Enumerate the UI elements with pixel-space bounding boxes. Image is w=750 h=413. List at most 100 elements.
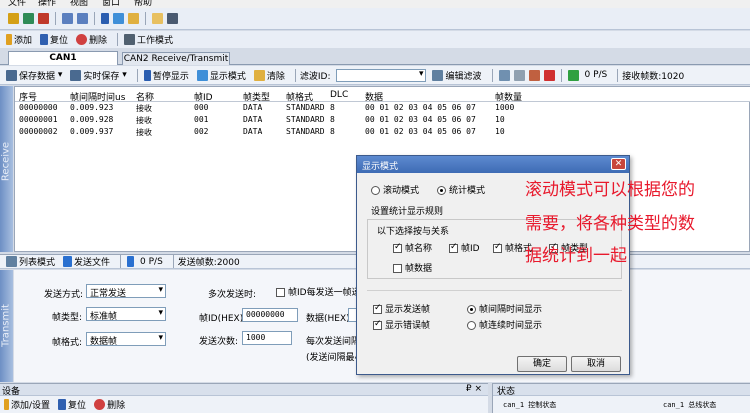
cell-frame-format: STANDARD bbox=[286, 103, 325, 112]
bottom-reset-button[interactable]: 复位 bbox=[56, 398, 86, 411]
table-row[interactable]: 00000000 0.009.923 接收 000 DATA STANDARD … bbox=[15, 103, 750, 115]
send-icon[interactable] bbox=[62, 13, 73, 24]
frame-type-select[interactable]: 标准帧 bbox=[86, 307, 166, 322]
cell-interval: 0.009.928 bbox=[70, 115, 114, 124]
list-mode-button[interactable]: 列表模式 bbox=[4, 255, 55, 268]
open-folder-icon[interactable] bbox=[152, 13, 163, 24]
frame-data-checkbox[interactable]: 帧数据 bbox=[393, 261, 432, 274]
header-seq[interactable]: 序号 bbox=[19, 90, 37, 103]
header-dlc[interactable]: DLC bbox=[330, 90, 348, 100]
save-data-button[interactable]: 保存数据 ▾ bbox=[4, 69, 62, 82]
reset-button[interactable]: 复位 bbox=[38, 33, 68, 46]
header-name[interactable]: 名称 bbox=[136, 90, 154, 103]
table-row[interactable]: 00000001 0.009.928 接收 001 DATA STANDARD … bbox=[15, 115, 750, 127]
table-header: 序号 帧间隔时间us 名称 帧ID 帧类型 帧格式 DLC 数据 帧数量 bbox=[15, 87, 750, 103]
tab-can1[interactable]: CAN1 Receive/Transmit bbox=[8, 51, 118, 76]
data-hex-label: 数据(HEX): bbox=[306, 314, 353, 324]
pin-close-icon[interactable]: ₽ × bbox=[466, 384, 482, 394]
menu-file[interactable]: 文件 bbox=[8, 0, 32, 8]
cell-dlc: 8 bbox=[330, 115, 335, 124]
delete-button[interactable]: 删除 bbox=[74, 33, 107, 46]
table-row[interactable]: 00000002 0.009.937 接收 002 DATA STANDARD … bbox=[15, 127, 750, 139]
pause-icon[interactable] bbox=[101, 13, 109, 24]
menu-operate[interactable]: 操作 bbox=[38, 0, 64, 8]
display-mode-icon bbox=[196, 69, 208, 81]
stat-mode-radio[interactable]: 统计模式 bbox=[437, 183, 485, 196]
cell-frame-format: STANDARD bbox=[286, 115, 325, 124]
send-mode-label: 发送方式: bbox=[44, 290, 84, 300]
delete-icon bbox=[76, 34, 88, 45]
add-label: 添加 bbox=[14, 36, 33, 46]
send-file-button[interactable]: 发送文件 bbox=[61, 255, 110, 268]
cancel-button[interactable]: 取消 bbox=[571, 356, 621, 372]
arrow-right-icon bbox=[63, 256, 73, 267]
header-count[interactable]: 帧数量 bbox=[495, 90, 522, 103]
frame-id-increment-label: 帧ID每发送一帧递 bbox=[288, 288, 356, 298]
delete-label: 删除 bbox=[89, 36, 108, 46]
realtime-save-button[interactable]: 实时保存 ▾ bbox=[68, 69, 127, 82]
tab-can2[interactable]: CAN2 Receive/Transmit bbox=[122, 52, 230, 65]
main-toolbar bbox=[0, 8, 750, 30]
connect-icon[interactable] bbox=[23, 13, 34, 24]
send-count: 发送帧数:2000 bbox=[177, 258, 240, 268]
filter-id-select[interactable]: ▾ bbox=[336, 68, 427, 82]
add-set-button[interactable]: 添加/设置 bbox=[2, 398, 50, 411]
cell-name: 接收 bbox=[136, 104, 152, 113]
work-mode-button[interactable]: 工作模式 bbox=[122, 33, 173, 46]
continuous-show-label: 帧连续时间显示 bbox=[479, 321, 543, 331]
receive-toolbar: 保存数据 ▾ 实时保存 ▾ 暂停显示 显示模式 清除 滤波ID: ▾ 编辑滤波 … bbox=[0, 66, 750, 85]
menu-window[interactable]: 窗口 bbox=[102, 0, 128, 8]
send-mode-select[interactable]: 正常发送 bbox=[86, 284, 166, 299]
edit-filter-button[interactable]: 编辑滤波 bbox=[430, 69, 482, 82]
annotation-line-1: 滚动模式可以根据您的 bbox=[525, 180, 695, 200]
device-panel-title: 设备 bbox=[2, 387, 21, 397]
interval-show-radio[interactable]: 帧间隔时间显示 bbox=[467, 302, 542, 315]
copy-icon[interactable] bbox=[513, 69, 525, 81]
up-arrow-icon[interactable] bbox=[567, 69, 579, 81]
close-icon[interactable]: ✕ bbox=[611, 158, 626, 170]
header-frame-format[interactable]: 帧格式 bbox=[286, 90, 313, 103]
refresh-icon[interactable] bbox=[113, 13, 124, 24]
clear-button[interactable]: 清除 bbox=[252, 69, 285, 82]
add-button[interactable]: 添加 bbox=[4, 33, 32, 46]
annotation-line-3: 据统计到一起 bbox=[525, 246, 627, 266]
show-send-checkbox[interactable]: 显示发送帧 bbox=[373, 302, 430, 315]
menu-view[interactable]: 视图 bbox=[70, 0, 96, 8]
bottom-delete-button[interactable]: 删除 bbox=[92, 398, 125, 411]
header-interval[interactable]: 帧间隔时间us bbox=[70, 90, 125, 103]
cell-name: 接收 bbox=[136, 116, 152, 125]
brush-icon[interactable] bbox=[128, 13, 139, 24]
ok-button[interactable]: 确定 bbox=[517, 356, 567, 372]
scroll-mode-radio[interactable]: 滚动模式 bbox=[371, 183, 419, 196]
delete-x-icon[interactable] bbox=[543, 69, 555, 81]
frame-name-checkbox[interactable]: 帧名称 bbox=[393, 241, 432, 254]
paste-icon[interactable] bbox=[528, 69, 540, 81]
header-data[interactable]: 数据 bbox=[365, 90, 383, 103]
arrow-down-icon[interactable] bbox=[127, 256, 135, 267]
cell-count: 10 bbox=[495, 115, 505, 124]
disconnect-icon[interactable] bbox=[38, 13, 49, 24]
edit-filter-label: 编辑滤波 bbox=[445, 71, 482, 82]
save-icon[interactable] bbox=[167, 13, 178, 24]
pause-display-button[interactable]: 暂停显示 bbox=[142, 69, 189, 82]
bottom-delete-label: 删除 bbox=[107, 401, 126, 411]
cell-frame-id: 000 bbox=[194, 103, 209, 112]
receive-icon[interactable] bbox=[77, 13, 88, 24]
add-device-icon[interactable] bbox=[8, 13, 19, 24]
menu-help[interactable]: 帮助 bbox=[134, 0, 160, 8]
show-error-checkbox[interactable]: 显示错误帧 bbox=[373, 318, 430, 331]
pause-display-label: 暂停显示 bbox=[152, 71, 189, 82]
header-frame-id[interactable]: 帧ID bbox=[194, 90, 213, 103]
frame-id-checkbox[interactable]: 帧ID bbox=[449, 241, 480, 254]
frame-id-input[interactable]: 00000000 bbox=[242, 308, 298, 322]
filter-id-label: 滤波ID: bbox=[299, 71, 331, 82]
cut-icon[interactable] bbox=[498, 69, 510, 81]
send-count-input[interactable]: 1000 bbox=[242, 331, 292, 345]
header-frame-type[interactable]: 帧类型 bbox=[243, 90, 270, 103]
continuous-show-radio[interactable]: 帧连续时间显示 bbox=[467, 318, 542, 331]
display-mode-button[interactable]: 显示模式 bbox=[195, 69, 246, 82]
frame-format-select[interactable]: 数据帧 bbox=[86, 332, 166, 347]
frame-id-increment-checkbox[interactable]: 帧ID每发送一帧递 bbox=[276, 285, 356, 298]
realtime-save-icon bbox=[70, 69, 82, 81]
save-data-icon bbox=[6, 69, 17, 81]
